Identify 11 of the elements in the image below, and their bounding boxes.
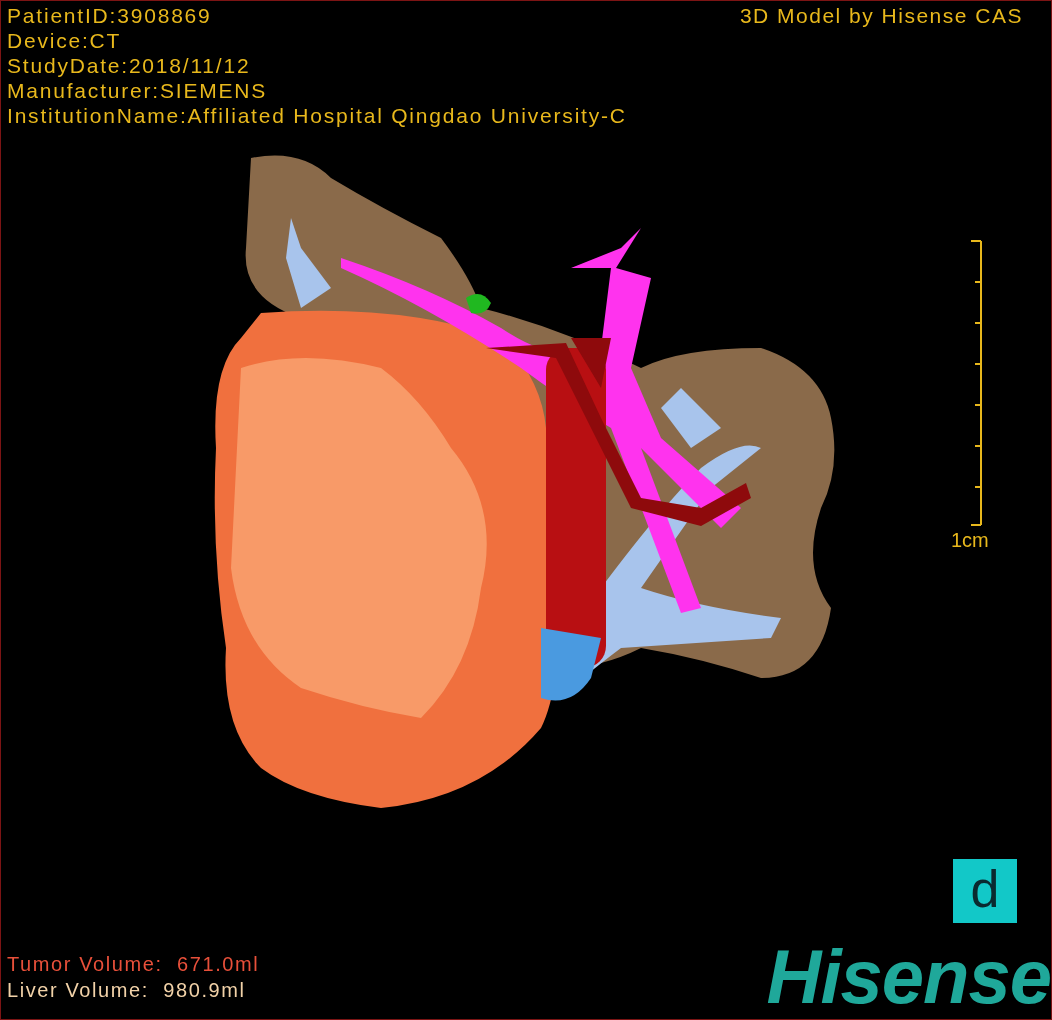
info-line: Device:CT xyxy=(7,28,123,53)
info-line: StudyDate:2018/11/12 xyxy=(7,53,252,78)
brand-logo: Hisense xyxy=(766,941,1051,1013)
scale-label: 1cm xyxy=(951,528,989,552)
logo-badge: d xyxy=(953,859,1017,923)
info-line: Manufacturer:SIEMENS xyxy=(7,78,269,103)
info-line: InstitutionName:Affiliated Hospital Qingdao University-C xyxy=(7,103,627,128)
volume-reading: Liver Volume: 980.9ml xyxy=(7,978,247,1003)
watermark-title: 3D Model by Hisense CAS xyxy=(739,3,1023,29)
volume-reading: Tumor Volume: 671.0ml xyxy=(7,952,260,977)
info-line: PatientID:3908869 xyxy=(7,3,213,28)
